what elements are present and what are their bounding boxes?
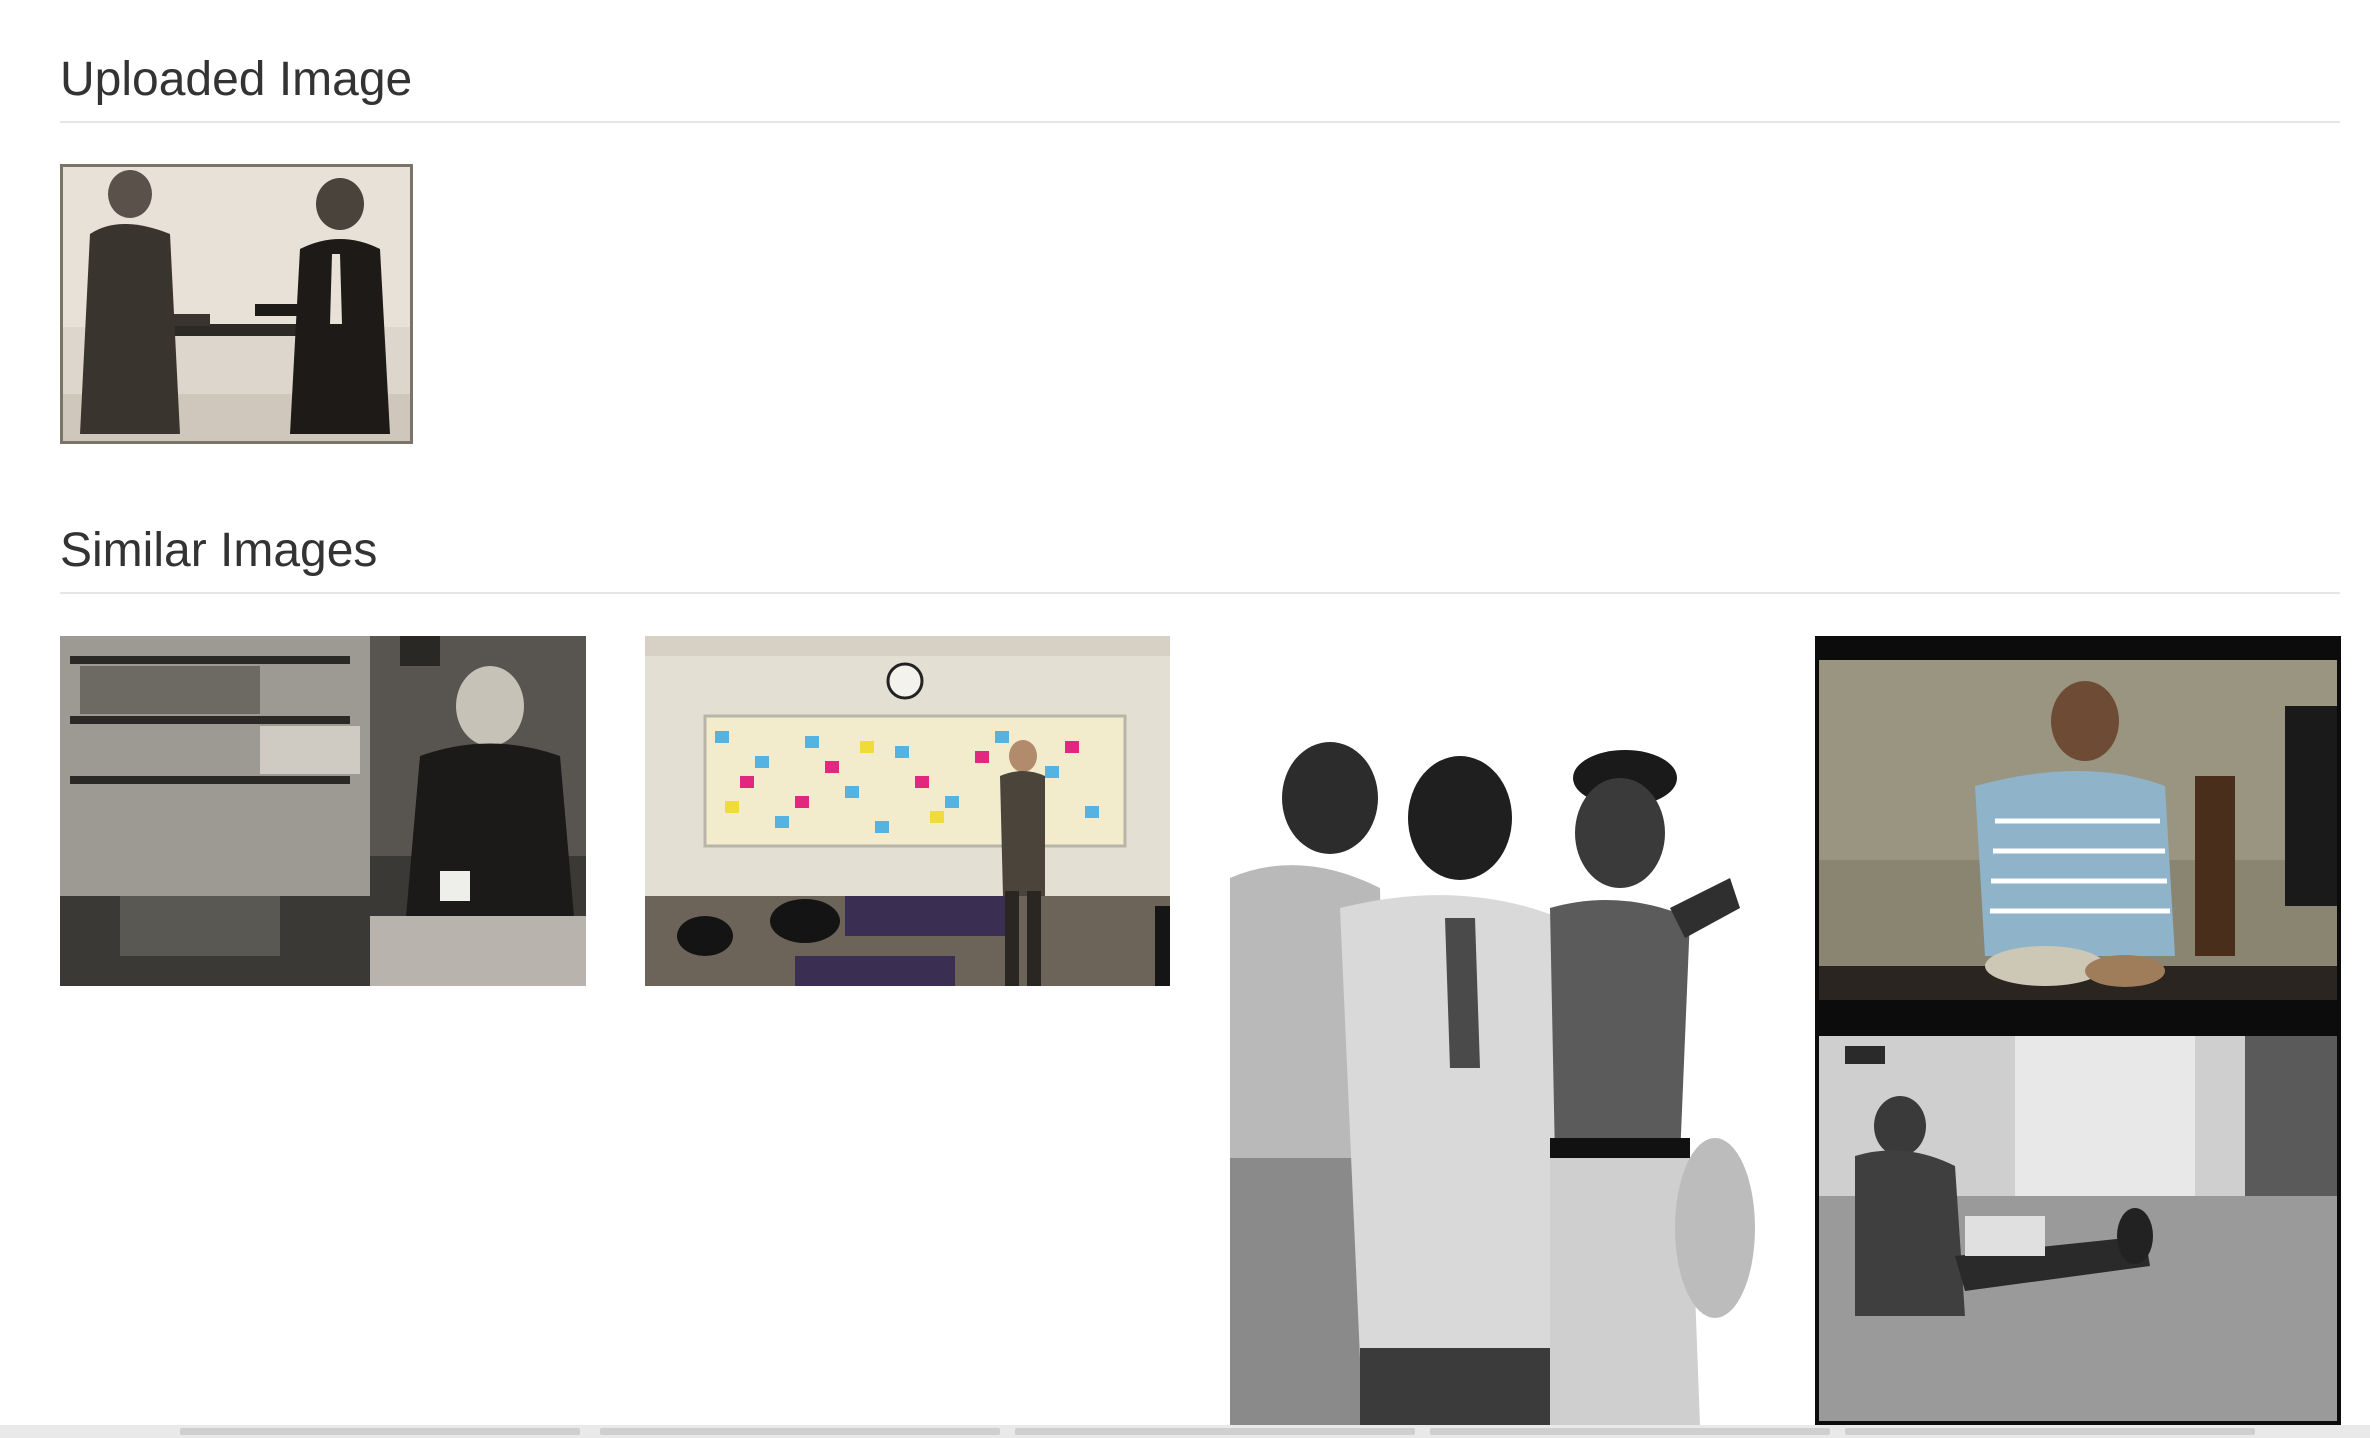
horizontal-scrollbar[interactable] [0, 1425, 2370, 1438]
similar-image-4[interactable] [1815, 636, 2341, 1425]
scroll-segment [1015, 1428, 1415, 1435]
uploaded-image[interactable] [60, 164, 413, 444]
similar-image-2[interactable] [645, 636, 1170, 986]
scroll-segment [180, 1428, 580, 1435]
scroll-segment [600, 1428, 1000, 1435]
similar-images-heading: Similar Images [60, 524, 378, 577]
similar-image-3[interactable] [1230, 738, 1756, 1425]
scroll-segment [1430, 1428, 1830, 1435]
scroll-segment [1845, 1428, 2255, 1435]
uploaded-image-heading: Uploaded Image [60, 53, 413, 106]
uploaded-divider [60, 121, 2340, 123]
similar-image-1[interactable] [60, 636, 586, 986]
similar-divider [60, 592, 2340, 594]
